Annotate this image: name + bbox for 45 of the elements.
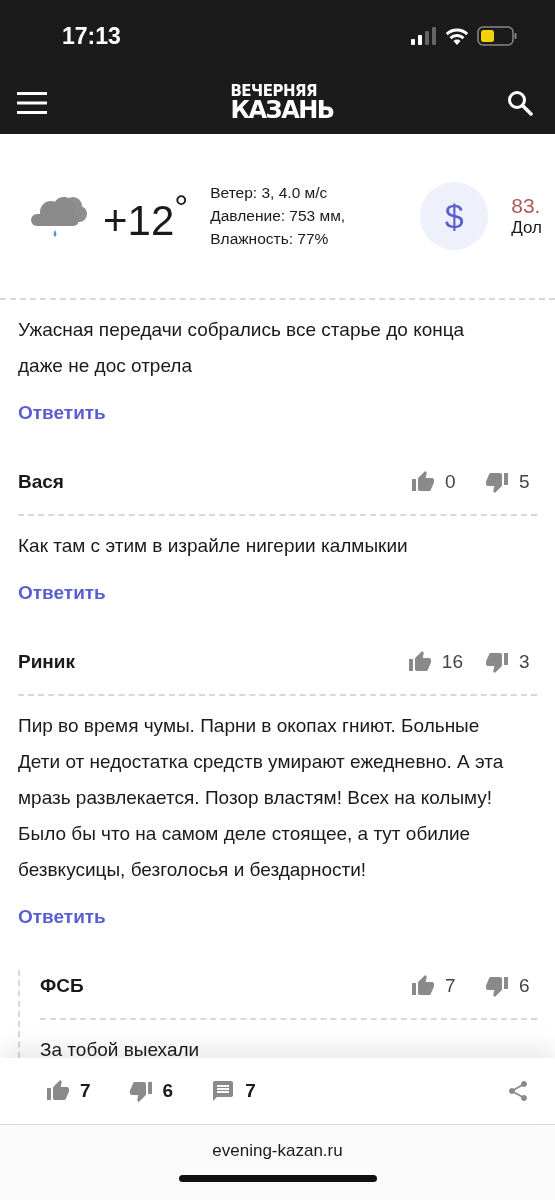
- thumbs-down-icon[interactable]: [485, 470, 509, 494]
- status-time: 17:13: [62, 22, 121, 50]
- comment-text: Ужасная передачи собрались все старье до конца даже не дос отрела: [18, 318, 466, 378]
- like-count: 16: [441, 651, 463, 673]
- like-count: 0: [445, 471, 457, 493]
- thumbs-up-icon[interactable]: [411, 470, 435, 494]
- dislike-count: 6: [162, 1080, 174, 1102]
- currency-rate: 83.: [511, 194, 542, 218]
- thumbs-down-icon[interactable]: [128, 1079, 153, 1103]
- dislike-count: 6: [519, 975, 531, 997]
- url-text[interactable]: evening-kazan.ru: [212, 1141, 343, 1161]
- comment-author: ФСБ: [40, 975, 84, 997]
- thumbs-up-icon[interactable]: [407, 650, 432, 674]
- logo-text[interactable]: ВЕЧЕРНЯЯ: [230, 84, 318, 99]
- reply-link[interactable]: Ответить: [18, 900, 537, 934]
- thumbs-down-icon[interactable]: [485, 974, 509, 998]
- currency-name: Дол: [511, 218, 542, 238]
- like-count: 7: [80, 1080, 91, 1102]
- thumbs-up-icon[interactable]: [46, 1079, 70, 1103]
- menu-icon[interactable]: [17, 92, 47, 114]
- thumbs-up-icon[interactable]: [411, 974, 435, 998]
- dislike-count: 5: [519, 471, 531, 493]
- temperature: +12$^{°}$: [103, 187, 189, 245]
- like-count: 7: [445, 975, 457, 997]
- currency-badge: $: [420, 182, 489, 250]
- comment-author: Риник: [18, 651, 76, 673]
- comment-text: Пир во время чумы. Парни в окопах гниют. Больные Дети от недостатка средств умирают ежедневно. А эта мразь развлекается. Позор властям! Всех на колыму! Было бы что на самом деле стоящее, а тут обилие безвкусицы, безголосья и бездарности!: [18, 714, 505, 882]
- comment-count: 7: [245, 1080, 256, 1102]
- weather-detail: Влажность: 77%: [210, 230, 330, 248]
- signal-icon: [411, 27, 437, 45]
- logo-text[interactable]: КАЗАНЬ: [230, 98, 334, 122]
- comment-author: Вася: [18, 471, 64, 493]
- battery-icon: [477, 26, 517, 46]
- weather-detail: Давление: 753 мм,: [210, 207, 347, 225]
- thumbs-down-icon[interactable]: [485, 650, 509, 674]
- dislike-count: 3: [519, 651, 531, 673]
- comment-text: За тобой выехали: [40, 1038, 201, 1058]
- reply-link[interactable]: Ответить: [18, 576, 537, 610]
- reply-link[interactable]: Ответить: [18, 396, 537, 430]
- search-icon[interactable]: [507, 90, 533, 116]
- share-icon[interactable]: [506, 1079, 530, 1103]
- comment-icon[interactable]: [211, 1079, 236, 1103]
- weather-detail: Ветер: 3, 4.0 м/с: [210, 184, 329, 202]
- wifi-icon: [445, 27, 469, 45]
- comment-text: Как там с этим в израйле нигерии калмыкии: [18, 534, 409, 558]
